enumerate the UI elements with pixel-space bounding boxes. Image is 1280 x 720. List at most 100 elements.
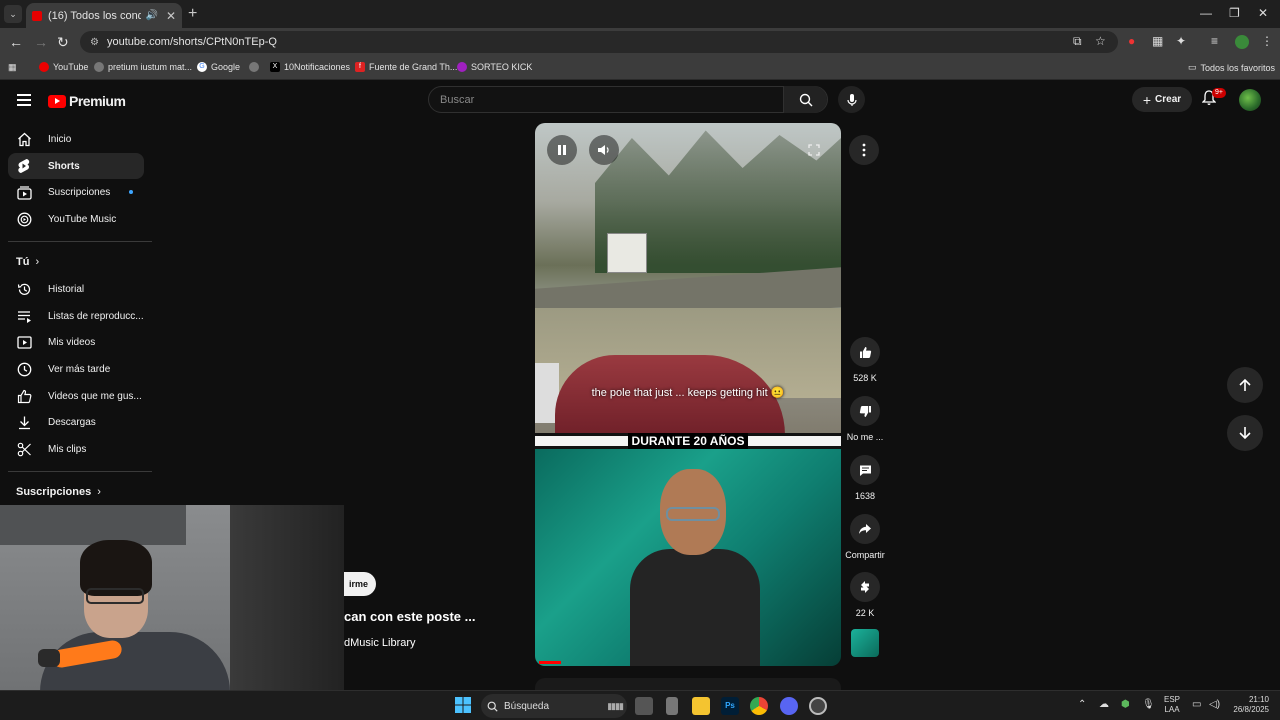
like-button[interactable]: 528 K: [844, 337, 886, 383]
widget-app-icon[interactable]: [666, 697, 678, 715]
bookmark-fuente[interactable]: f Fuente de Grand Th...: [355, 62, 457, 72]
close-window-button[interactable]: ✕: [1258, 6, 1268, 20]
language-code: ESP: [1164, 695, 1181, 704]
system-clock[interactable]: 21:10 26/8/2025: [1229, 695, 1269, 715]
x-icon: X: [270, 62, 280, 72]
sidebar-you-heading[interactable]: Tú ›: [16, 256, 39, 268]
install-app-icon[interactable]: ⧉: [1073, 34, 1082, 49]
short-sound-link[interactable]: dMusic Library: [344, 637, 416, 649]
create-button[interactable]: + Crear: [1132, 87, 1192, 112]
share-button[interactable]: Compartir: [844, 514, 886, 560]
remix-count: 22 K: [855, 608, 875, 618]
search-input[interactable]: [429, 93, 783, 106]
tab-search-button[interactable]: ⌄: [4, 5, 22, 23]
home-icon: [16, 131, 32, 147]
font-icon: f: [355, 62, 365, 72]
bookmark-pretium[interactable]: pretium iustum mat...: [94, 62, 192, 72]
tab-close-icon[interactable]: ✕: [166, 9, 176, 23]
security-icon[interactable]: ⬢: [1121, 699, 1130, 710]
webcam-door-shape: [230, 505, 344, 720]
chrome-menu-icon[interactable]: ⋮: [1261, 34, 1273, 48]
tab-audio-icon[interactable]: 🔊: [145, 10, 157, 21]
chevron-right-icon: ›: [35, 256, 40, 268]
profile-avatar[interactable]: [1235, 35, 1249, 49]
display-icon[interactable]: ▭: [1192, 699, 1201, 710]
address-bar[interactable]: ⚙ youtube.com/shorts/CPtN0nTEp-Q: [80, 31, 1118, 53]
account-avatar[interactable]: [1239, 89, 1261, 111]
windows-start-icon[interactable]: [455, 697, 473, 715]
next-short-button[interactable]: [1227, 415, 1263, 451]
tray-overflow-icon[interactable]: ⌃: [1078, 699, 1086, 710]
sidebar-item-historial[interactable]: Historial: [8, 276, 144, 302]
browser-tab[interactable]: (16) Todos los conductores 🔊 ✕: [26, 3, 182, 28]
bookmark-google[interactable]: G Google: [197, 62, 240, 72]
sidebar-item-mis-videos[interactable]: Mis videos: [8, 329, 144, 355]
bookmark-globe[interactable]: [249, 62, 259, 72]
playback-progress-bar[interactable]: [539, 661, 561, 664]
share-label: Compartir: [845, 550, 885, 560]
sidebar-item-ver-mas-tarde[interactable]: Ver más tarde: [8, 356, 144, 382]
remix-button[interactable]: 22 K: [844, 572, 886, 618]
media-controls-icon[interactable]: ≡: [1211, 34, 1218, 48]
extension-icon[interactable]: ●: [1128, 34, 1135, 48]
bookmark-notificaciones[interactable]: X 10Notificaciones: [270, 62, 350, 72]
shorts-player[interactable]: the pole that just ... keeps getting hit…: [535, 123, 841, 666]
apps-grid-icon[interactable]: ▦: [8, 62, 17, 73]
notifications-button[interactable]: 9+: [1202, 88, 1226, 106]
photoshop-icon[interactable]: Ps: [721, 697, 739, 715]
minimize-button[interactable]: —: [1200, 6, 1212, 20]
all-bookmarks[interactable]: ▭ Todos los favoritos: [1188, 62, 1275, 73]
mic-tray-icon[interactable]: 🎙: [1142, 699, 1155, 710]
voice-search-button[interactable]: [838, 86, 865, 113]
app-icon[interactable]: [809, 697, 827, 715]
sidebar-item-suscripciones[interactable]: Suscripciones: [8, 179, 144, 205]
remix-circle: [850, 572, 880, 602]
sidebar-item-inicio[interactable]: Inicio: [8, 126, 144, 152]
new-tab-button[interactable]: +: [188, 5, 197, 23]
previous-short-button[interactable]: [1227, 367, 1263, 403]
forward-button[interactable]: →: [34, 34, 48, 50]
site-info-icon[interactable]: ⚙: [90, 37, 99, 48]
more-options-button[interactable]: [849, 135, 879, 165]
dislike-label: No me ...: [846, 432, 884, 442]
sound-thumbnail[interactable]: [851, 629, 879, 657]
extensions-puzzle-icon[interactable]: ✦: [1176, 34, 1186, 48]
menu-hamburger-icon[interactable]: [17, 94, 31, 106]
next-short-preview[interactable]: [535, 678, 841, 690]
extension-2-icon[interactable]: ▦: [1152, 34, 1163, 48]
reload-button[interactable]: ↻: [57, 34, 69, 51]
pause-button[interactable]: [547, 135, 577, 165]
search-button[interactable]: [783, 86, 827, 113]
taskbar-search[interactable]: Búsqueda ▮▮▮▮: [481, 694, 627, 718]
file-explorer-icon[interactable]: [692, 697, 710, 715]
restore-button[interactable]: ❐: [1229, 6, 1240, 20]
bookmark-youtube[interactable]: YouTube: [39, 62, 88, 72]
onedrive-icon[interactable]: ☁: [1099, 699, 1109, 710]
chrome-icon[interactable]: [750, 697, 768, 715]
sidebar-subscriptions-heading[interactable]: Suscripciones ›: [16, 486, 101, 498]
volume-button[interactable]: [589, 135, 619, 165]
speaker-icon[interactable]: ◁): [1209, 699, 1220, 710]
discord-icon[interactable]: [780, 697, 798, 715]
sidebar-item-label: Suscripciones: [48, 186, 111, 198]
sidebar-item-shorts[interactable]: Shorts: [8, 153, 144, 179]
bookmarks-bar: ▦ YouTube pretium iustum mat... G Google …: [0, 56, 1280, 80]
fullscreen-button[interactable]: [799, 135, 829, 165]
subscribe-label: irme: [348, 579, 368, 589]
task-view-icon[interactable]: [635, 697, 653, 715]
sidebar-item-videos-me-gustan[interactable]: Videos que me gus...: [8, 383, 144, 409]
sidebar-item-listas[interactable]: Listas de reproducc...: [8, 303, 144, 329]
youtube-premium-logo[interactable]: Premium: [48, 93, 126, 109]
sidebar-item-descargas[interactable]: Descargas: [8, 409, 144, 435]
comments-button[interactable]: 1638: [844, 455, 886, 501]
back-button[interactable]: ←: [9, 34, 23, 50]
keyboard-layout: LAA: [1164, 705, 1180, 714]
bookmark-sorteo[interactable]: SORTEO KICK: [457, 62, 532, 72]
dislike-button[interactable]: No me ...: [844, 396, 886, 442]
bookmark-star-icon[interactable]: ☆: [1095, 34, 1106, 48]
sidebar-item-youtube-music[interactable]: YouTube Music: [8, 206, 144, 232]
language-indicator[interactable]: ESP LAA: [1164, 695, 1180, 715]
sidebar-item-mis-clips[interactable]: Mis clips: [8, 436, 144, 462]
sidebar-item-label: Listas de reproducc...: [48, 310, 144, 322]
short-title[interactable]: can con este poste ...: [344, 609, 476, 624]
